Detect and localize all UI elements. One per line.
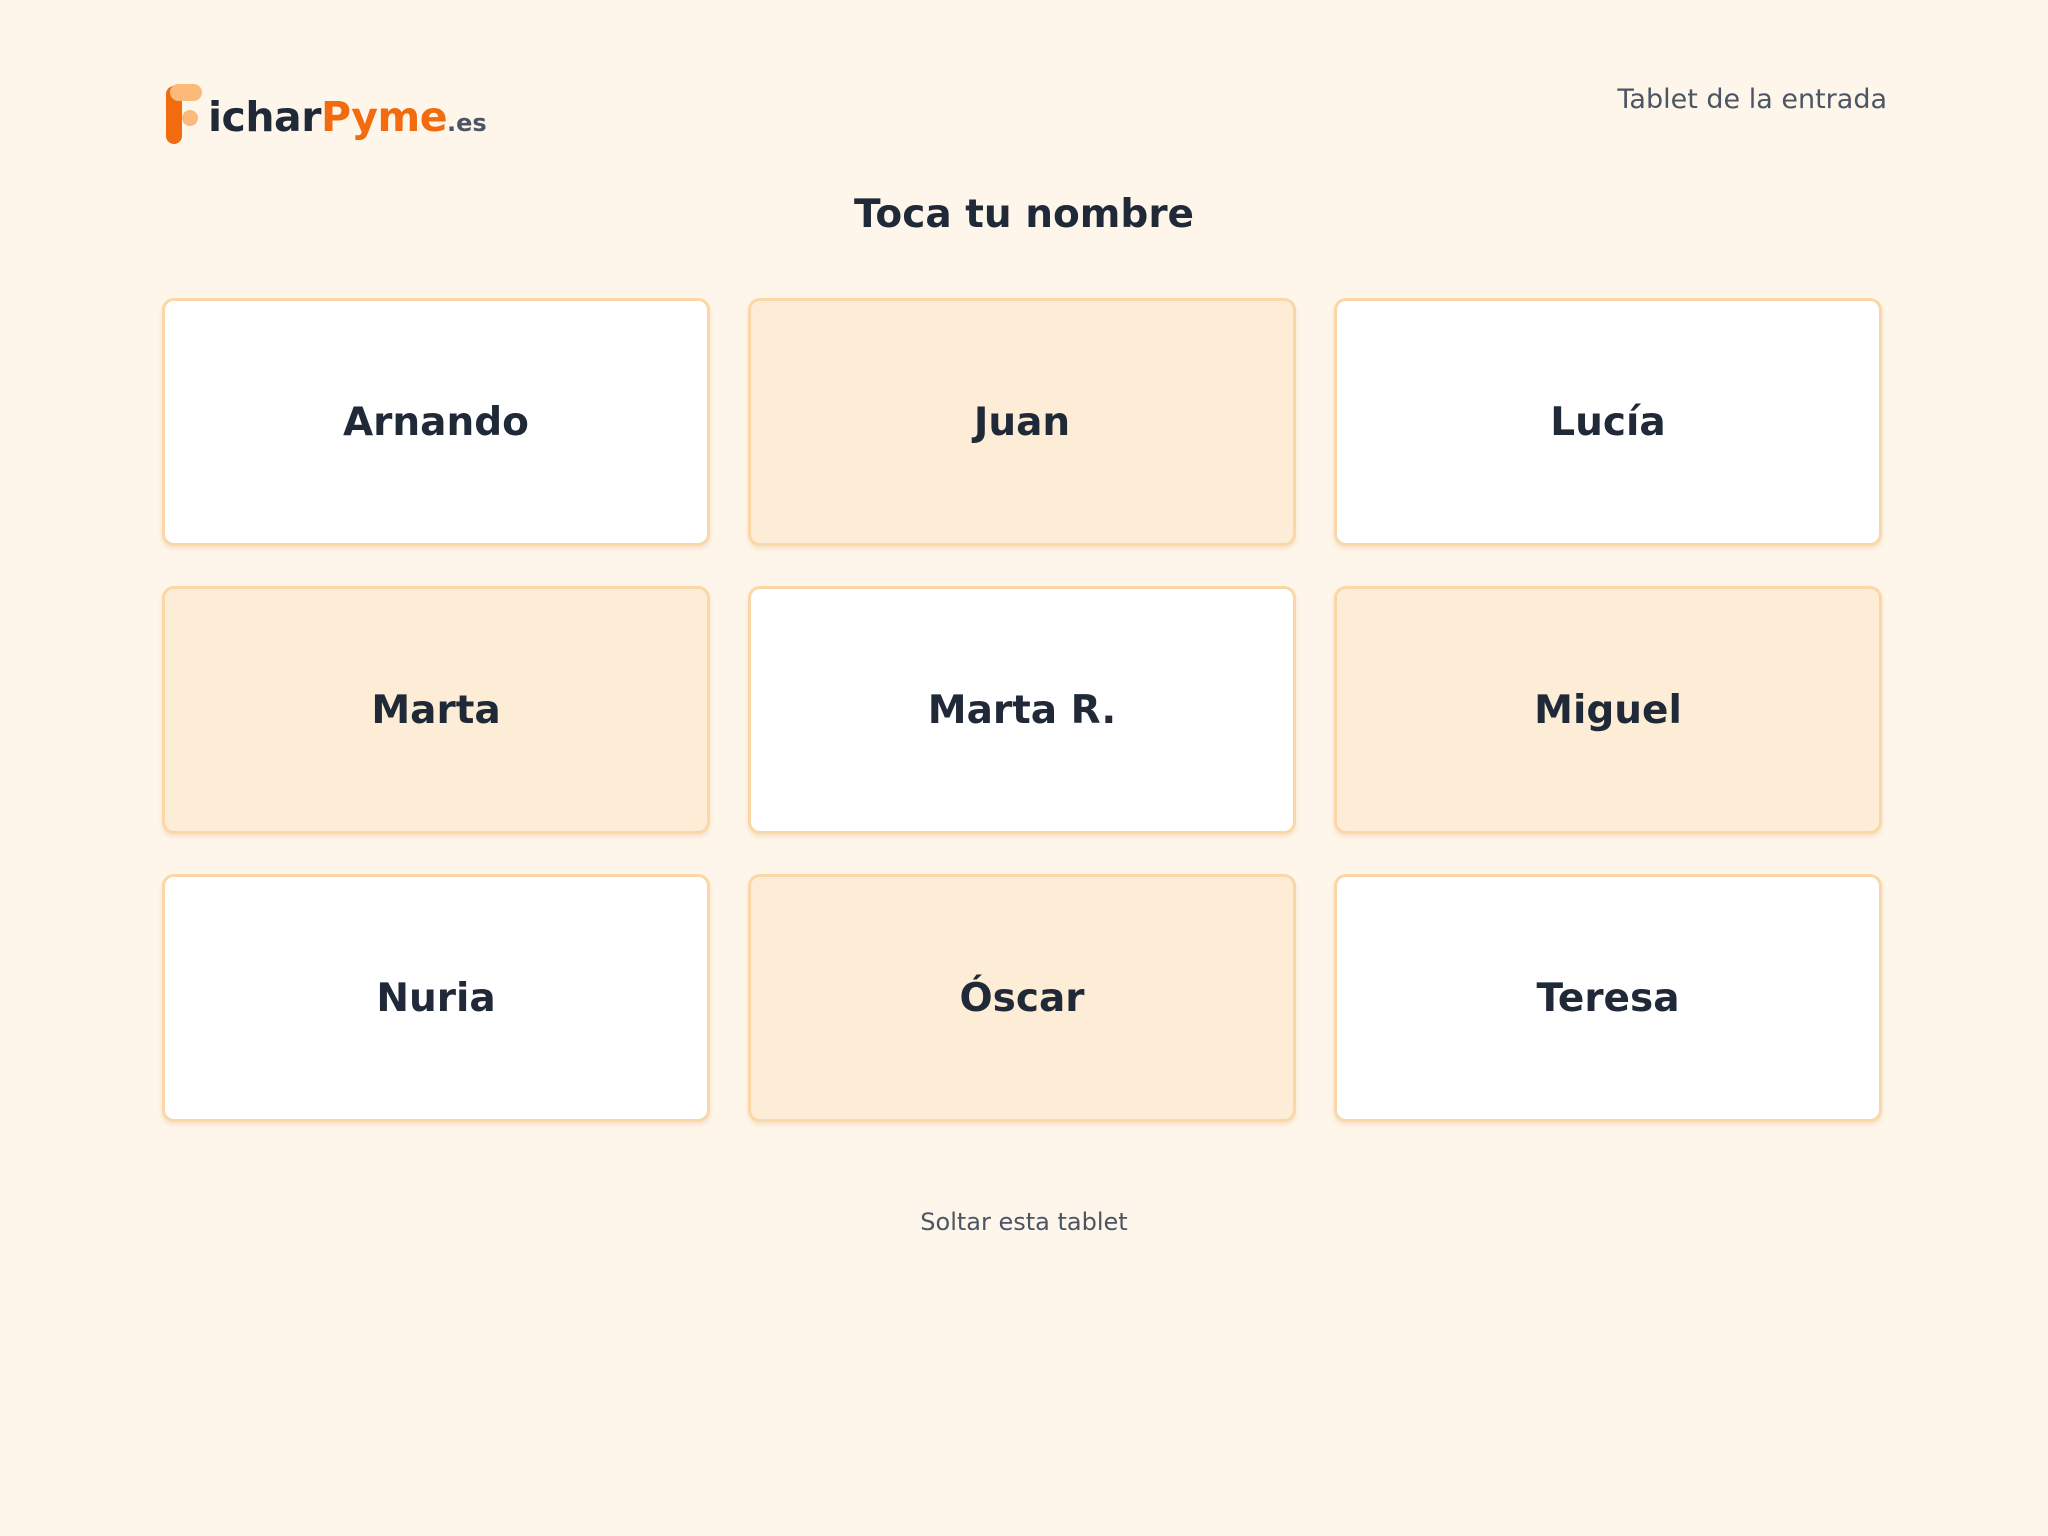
employee-name: Óscar xyxy=(959,975,1085,1021)
ficharpyme-logo: icharPyme.es xyxy=(162,66,487,146)
employee-card[interactable]: Marta R. xyxy=(748,586,1296,834)
employee-card[interactable]: Juan xyxy=(748,298,1296,546)
logo-wordmark-pyme: Pyme xyxy=(320,93,448,141)
release-tablet-link[interactable]: Soltar esta tablet xyxy=(0,1208,2048,1236)
logo-wordmark-domain: .es xyxy=(447,109,487,137)
logo-wordmark-fichar: ichar xyxy=(208,93,321,141)
logo-f-icon xyxy=(162,80,206,146)
employee-card[interactable]: Lucía xyxy=(1334,298,1882,546)
employee-name: Marta R. xyxy=(927,687,1117,733)
employee-card[interactable]: Óscar xyxy=(748,874,1296,1122)
page-title: Toca tu nombre xyxy=(853,192,1194,237)
employee-card[interactable]: Marta xyxy=(162,586,710,834)
employee-name: Juan xyxy=(973,399,1071,445)
employee-card[interactable]: Miguel xyxy=(1334,586,1882,834)
employee-name: Lucía xyxy=(1550,399,1666,445)
employee-grid: Arnando Juan Lucía Marta Marta R. Miguel Nuria… xyxy=(162,298,1887,1122)
employee-card[interactable]: Teresa xyxy=(1334,874,1882,1122)
header: icharPyme.es Tablet de la entrada xyxy=(162,66,1887,146)
employee-name: Arnando xyxy=(343,399,529,445)
logo-wordmark: icharPyme.es xyxy=(208,97,487,146)
employee-name: Teresa xyxy=(1536,975,1680,1021)
device-name: Tablet de la entrada xyxy=(1617,84,1887,115)
employee-card[interactable]: Nuria xyxy=(162,874,710,1122)
employee-name: Nuria xyxy=(376,975,496,1021)
employee-name: Miguel xyxy=(1534,687,1682,733)
employee-card[interactable]: Arnando xyxy=(162,298,710,546)
employee-name: Marta xyxy=(371,687,501,733)
